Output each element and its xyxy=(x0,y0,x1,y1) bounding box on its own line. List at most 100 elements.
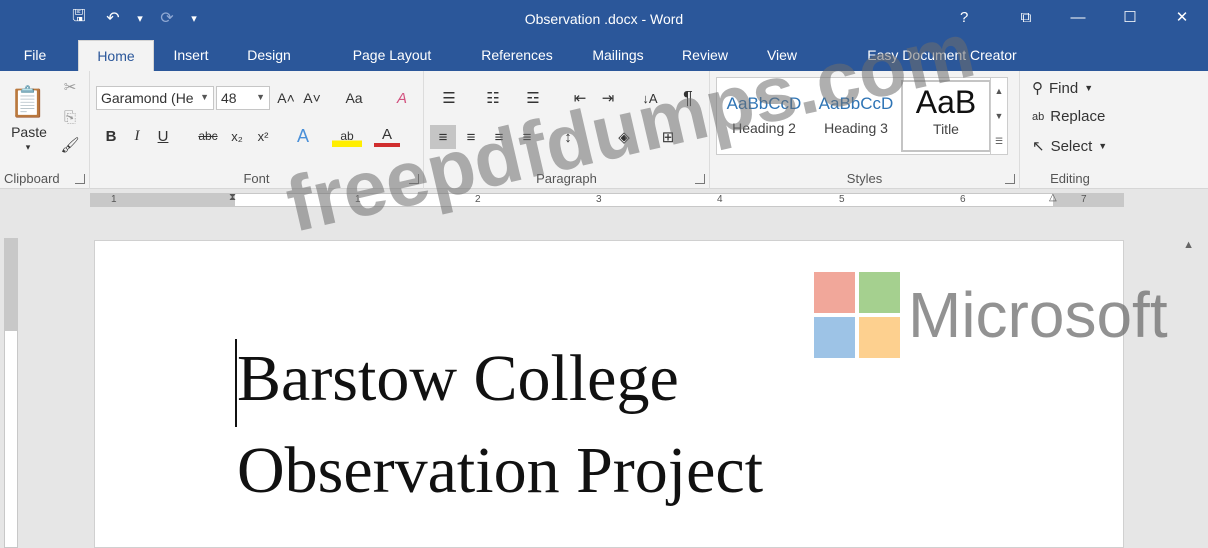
maximize-icon[interactable]: ☐ xyxy=(1104,0,1156,34)
show-marks-button[interactable]: ¶ xyxy=(676,87,700,109)
editing-group-label: Editing xyxy=(1050,171,1090,186)
grow-font-button[interactable]: A˄ xyxy=(274,87,298,109)
cut-icon[interactable]: ✂ xyxy=(60,77,80,97)
paste-icon[interactable]: 📋 xyxy=(6,79,50,125)
document-title-line-1[interactable]: Barstow College xyxy=(237,341,679,417)
superscript-button[interactable]: x² xyxy=(252,125,274,147)
horizontal-ruler[interactable]: 1 1 2 3 4 5 6 7 ⧗ △ xyxy=(90,192,1124,207)
style-heading-3[interactable]: AaBbCcD Heading 3 xyxy=(811,80,901,152)
paragraph-launcher-icon[interactable] xyxy=(695,174,705,184)
paragraph-group: ☰ ☷ ☲ ⇤ ⇥ ↓A ¶ ≡ ≡ ≡ ≡ ↕ ◈ ⊞ Paragraph xyxy=(424,71,710,189)
minimize-icon[interactable]: — xyxy=(1052,0,1104,34)
increase-indent-button[interactable]: ⇥ xyxy=(596,87,620,109)
ruler-number: 6 xyxy=(960,194,966,205)
clipboard-launcher-icon[interactable] xyxy=(75,174,85,184)
document-title-line-2[interactable]: Observation Project xyxy=(237,433,763,509)
ruler-number: 3 xyxy=(596,194,602,205)
paste-button[interactable]: Paste xyxy=(4,123,54,141)
indent-marker-icon[interactable]: ⧗ xyxy=(229,192,236,203)
font-launcher-icon[interactable] xyxy=(409,174,419,184)
microsoft-logo-icon xyxy=(814,272,900,358)
ribbon-display-options-icon[interactable]: ⧉ xyxy=(1000,0,1052,34)
font-color-button[interactable]: A xyxy=(374,125,400,147)
multilevel-list-button[interactable]: ☲ xyxy=(516,87,550,109)
shrink-font-button[interactable]: A˅ xyxy=(300,87,324,109)
scroll-down-icon[interactable]: ▼ xyxy=(995,111,1004,121)
ribbon: 📋 Paste ▾ ✂ ⎘ 🖌 Clipboard Garamond (He ▼… xyxy=(0,71,1208,251)
tab-file[interactable]: File xyxy=(10,40,60,71)
ribbon-tabs: File Home Insert Design Page Layout Refe… xyxy=(0,38,1208,71)
strikethrough-button[interactable]: abc xyxy=(194,125,222,147)
scroll-up-icon[interactable]: ▲ xyxy=(995,86,1004,96)
ruler-number: 2 xyxy=(475,194,481,205)
tab-easy-document-creator[interactable]: Easy Document Creator xyxy=(840,40,1044,71)
italic-button[interactable]: I xyxy=(126,125,148,147)
style-preview: AaB xyxy=(915,84,977,120)
font-group: Garamond (He ▼ 48 ▼ A˄ A˅ Aa A B I U abc… xyxy=(90,71,424,189)
tab-view[interactable]: View xyxy=(754,40,810,71)
text-effects-button[interactable]: A xyxy=(290,125,316,147)
tab-references[interactable]: References xyxy=(470,40,564,71)
more-styles-icon[interactable]: ☰ xyxy=(995,136,1003,147)
tab-design[interactable]: Design xyxy=(236,40,302,71)
font-size-combo[interactable]: 48 ▼ xyxy=(216,86,270,110)
ruler-number: 1 xyxy=(355,194,361,205)
replace-button[interactable]: ab Replace xyxy=(1032,108,1105,125)
find-label: Find xyxy=(1049,79,1079,97)
align-center-button[interactable]: ≡ xyxy=(458,125,484,149)
style-name: Heading 2 xyxy=(732,120,796,136)
tab-home[interactable]: Home xyxy=(78,40,154,71)
help-icon[interactable]: ? xyxy=(960,9,968,26)
tab-page-layout[interactable]: Page Layout xyxy=(340,40,444,71)
ruler-number: 4 xyxy=(717,194,723,205)
format-painter-icon[interactable]: 🖌 xyxy=(60,135,80,155)
highlight-button[interactable]: ab xyxy=(332,125,362,147)
title-bar: 🖫 ↶ ▾ ⟳ ▾ Observation .docx - Word ? ⧉ —… xyxy=(0,0,1208,38)
cursor-icon: ↖ xyxy=(1032,138,1045,155)
close-icon[interactable]: ✕ xyxy=(1156,0,1208,34)
style-name: Heading 3 xyxy=(824,120,888,136)
bullets-button[interactable]: ☰ xyxy=(432,87,466,109)
style-heading-2[interactable]: AaBbCcD Heading 2 xyxy=(719,80,809,152)
tab-review[interactable]: Review xyxy=(672,40,738,71)
line-spacing-button[interactable]: ↕ xyxy=(552,125,584,149)
select-button[interactable]: ↖ Select ▼ xyxy=(1032,137,1108,156)
chevron-down-icon: ▼ xyxy=(256,92,265,102)
ruler-number: 1 xyxy=(111,194,117,205)
tab-insert[interactable]: Insert xyxy=(162,40,220,71)
style-title[interactable]: AaB Title xyxy=(901,80,991,152)
style-preview: AaBbCcD xyxy=(818,94,894,113)
vertical-ruler[interactable] xyxy=(4,238,18,548)
tab-mailings[interactable]: Mailings xyxy=(580,40,656,71)
right-indent-marker-icon[interactable]: △ xyxy=(1049,192,1057,203)
paste-dropdown-icon[interactable]: ▾ xyxy=(18,141,38,153)
sort-button[interactable]: ↓A xyxy=(638,87,662,109)
bold-button[interactable]: B xyxy=(100,125,122,147)
top-margin-zone xyxy=(5,239,17,331)
clipboard-group: 📋 Paste ▾ ✂ ⎘ 🖌 Clipboard xyxy=(0,71,90,189)
ruler-row: 1 1 2 3 4 5 6 7 ⧗ △ xyxy=(0,189,1208,211)
clear-formatting-button[interactable]: A xyxy=(390,87,414,109)
numbering-button[interactable]: ☷ xyxy=(476,87,510,109)
styles-launcher-icon[interactable] xyxy=(1005,174,1015,184)
decrease-indent-button[interactable]: ⇤ xyxy=(568,87,592,109)
underline-button[interactable]: U xyxy=(152,125,174,147)
align-left-button[interactable]: ≡ xyxy=(430,125,456,149)
change-case-button[interactable]: Aa xyxy=(336,87,372,109)
find-button[interactable]: ⚲ Find ▼ xyxy=(1032,79,1094,98)
styles-group-label: Styles xyxy=(846,171,883,186)
align-right-button[interactable]: ≡ xyxy=(486,125,512,149)
logo-square-blue xyxy=(814,317,855,358)
font-group-label: Font xyxy=(243,171,270,186)
subscript-button[interactable]: x₂ xyxy=(226,125,248,147)
collapse-ribbon-icon[interactable]: ▲ xyxy=(1183,239,1194,251)
shading-button[interactable]: ◈ xyxy=(608,125,640,149)
justify-button[interactable]: ≡ xyxy=(514,125,540,149)
microsoft-brand-text: Microsoft xyxy=(908,279,1168,351)
select-label: Select xyxy=(1050,137,1093,155)
copy-icon[interactable]: ⎘ xyxy=(60,107,80,127)
font-name-combo[interactable]: Garamond (He ▼ xyxy=(96,86,214,110)
chevron-down-icon: ▼ xyxy=(1084,83,1094,93)
borders-button[interactable]: ⊞ xyxy=(652,125,684,149)
chevron-down-icon: ▼ xyxy=(1098,141,1108,151)
